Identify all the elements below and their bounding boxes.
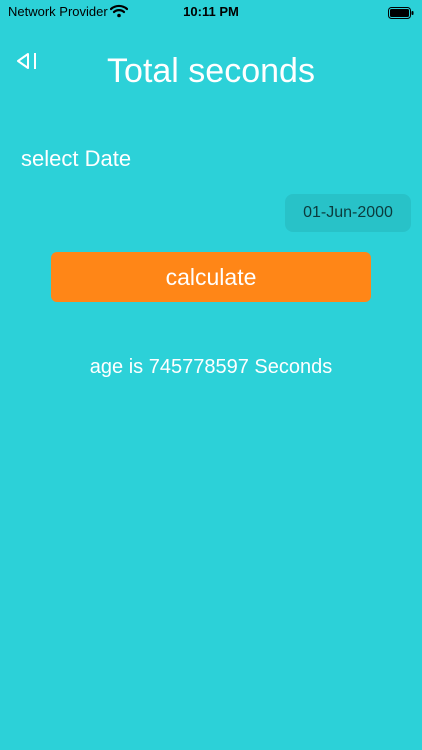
calculate-button-label: calculate [165,264,257,290]
result-text: age is 745778597 Seconds [89,356,333,378]
selected-date-value: 01-Jun-2000 [303,204,393,221]
date-picker[interactable]: 01-Jun-2000 [285,194,411,232]
status-bar: Network Provider 10:11 PM [0,0,422,24]
status-time: 10:11 PM [183,4,239,19]
select-date-label: select Date [21,146,132,171]
battery-icon [388,6,414,19]
page-title: Total seconds [107,52,315,90]
calculate-button[interactable]: calculate [51,252,371,302]
